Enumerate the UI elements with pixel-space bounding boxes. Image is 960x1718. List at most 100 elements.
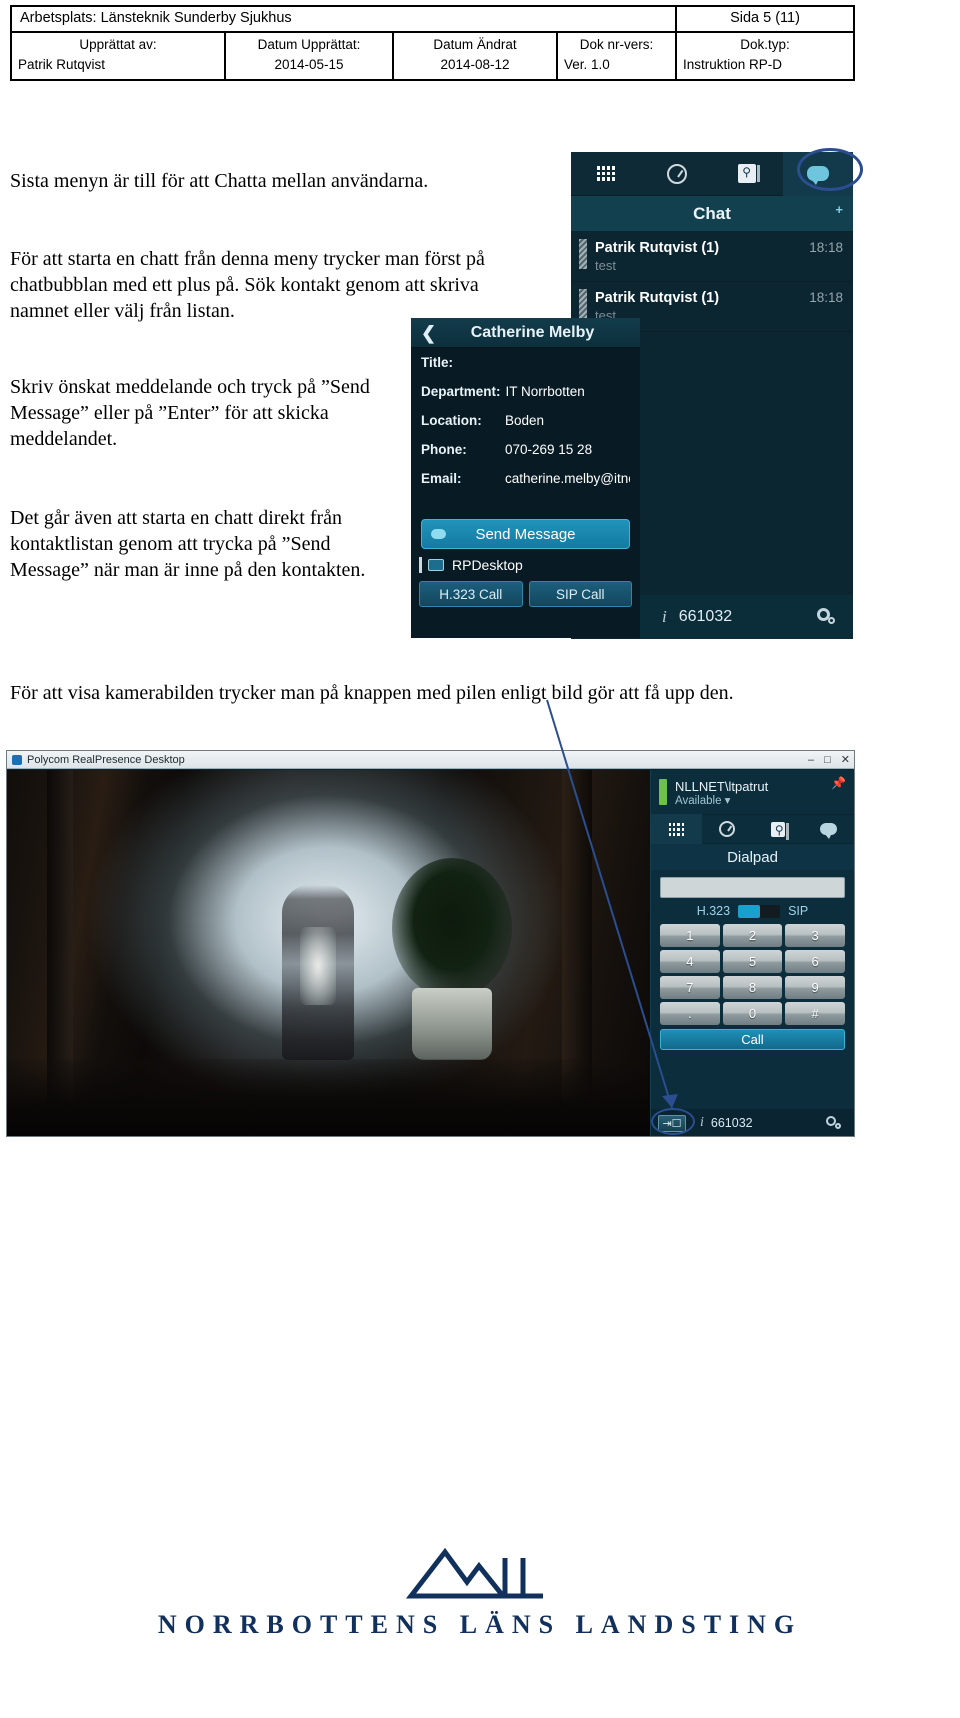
minimize-button[interactable]: – xyxy=(808,754,814,766)
created-by-value: Patrik Rutqvist xyxy=(18,56,106,72)
back-chevron-icon[interactable]: ❮ xyxy=(421,323,436,343)
footer-organisation-name: NORRBOTTENS LÄNS LANDSTING xyxy=(157,1610,803,1639)
device-accent-bar xyxy=(419,557,422,573)
contact-name: Catherine Melby xyxy=(470,323,595,341)
gear-icon[interactable] xyxy=(826,1115,842,1131)
recent-tab[interactable] xyxy=(642,152,713,196)
paragraph-intro: Sista menyn är till för att Chatta mella… xyxy=(10,170,429,192)
call-buttons-row: H.323 Call SIP Call xyxy=(411,577,640,615)
sip-call-button[interactable]: SIP Call xyxy=(528,581,632,607)
avatar-placeholder-icon xyxy=(579,289,587,319)
directory-tab[interactable] xyxy=(712,152,783,196)
contact-detail-panel: ❮ Catherine Melby Title: Department: IT … xyxy=(411,318,640,638)
maximize-button[interactable]: □ xyxy=(824,754,831,766)
chat-panel-title-bar: Chat + xyxy=(571,196,853,232)
created-date-value: 2014-05-15 xyxy=(274,56,344,72)
presence-status[interactable]: Available ▾ xyxy=(675,794,768,808)
doc-number-label: Dok nr-vers: xyxy=(579,37,654,52)
plant-silhouette xyxy=(392,858,512,998)
window-controls: – □ ✕ xyxy=(808,753,850,767)
dialpad-key[interactable]: 6 xyxy=(785,950,845,973)
gear-icon[interactable] xyxy=(817,607,837,627)
video-button-annotation-ellipse xyxy=(651,1108,695,1135)
flower-pot xyxy=(412,988,492,1060)
clock-icon xyxy=(719,821,736,837)
chat-bubble-icon xyxy=(820,823,838,839)
polycom-window-screenshot: Polycom RealPresence Desktop – □ ✕ 📌 NLL… xyxy=(6,750,855,1137)
dialpad-key[interactable]: 3 xyxy=(785,924,845,947)
contact-field-email: Email: catherine.melby@itnor xyxy=(411,464,640,493)
dialpad-key[interactable]: 9 xyxy=(785,976,845,999)
paragraph-contact-list: Det går även att starta en chatt direkt … xyxy=(10,507,366,581)
dialpad-tab[interactable] xyxy=(651,814,702,844)
pin-icon[interactable]: 📌 xyxy=(831,776,846,790)
sip-label: SIP xyxy=(788,904,809,918)
list-item[interactable]: Patrik Rutqvist (1) test 18:18 xyxy=(571,232,853,282)
chat-conversation-list: Patrik Rutqvist (1) test 18:18 Patrik Ru… xyxy=(571,232,853,332)
workplace-cell: Arbetsplats: Länsteknik Sunderby Sjukhus xyxy=(20,10,292,26)
doc-type-label: Dok.typ: xyxy=(740,37,790,52)
conversation-snippet: test xyxy=(595,258,616,273)
conversation-name: Patrik Rutqvist (1) xyxy=(595,240,720,256)
extension-number: 661032 xyxy=(710,1116,753,1130)
h323-label: H.323 xyxy=(696,904,731,918)
header-row-bottom: Upprättat av: Patrik Rutqvist Datum Uppr… xyxy=(12,33,853,79)
changed-date-label: Datum Ändrat xyxy=(433,37,517,52)
contact-field-location: Location: Boden xyxy=(411,406,640,435)
dialpad-key[interactable]: 7 xyxy=(660,976,720,999)
paragraph-send-message: Skriv önskat meddelande och tryck på ”Se… xyxy=(10,376,370,450)
new-chat-button[interactable]: + xyxy=(819,202,843,221)
avatar-placeholder-icon xyxy=(579,239,587,269)
dialpad-key[interactable]: 0 xyxy=(722,1002,783,1025)
dialpad-key[interactable]: . xyxy=(660,1002,720,1025)
info-icon[interactable]: i xyxy=(662,607,667,627)
recent-tab[interactable] xyxy=(702,814,753,844)
call-button[interactable]: Call xyxy=(660,1029,845,1050)
dialpad-key[interactable]: 2 xyxy=(722,924,783,947)
dialpad-key[interactable]: 5 xyxy=(722,950,783,973)
contact-field-department: Department: IT Norrbotten xyxy=(411,377,640,406)
doc-number-cell: Dok nr-vers: Ver. 1.0 xyxy=(556,33,675,79)
created-by-label: Upprättat av: xyxy=(79,37,157,52)
field-label: Title: xyxy=(421,355,454,370)
info-icon[interactable]: i xyxy=(700,1115,704,1131)
created-date-label: Datum Upprättat: xyxy=(257,37,361,52)
dialpad-key[interactable]: 4 xyxy=(660,950,720,973)
dialpad-key[interactable]: 8 xyxy=(722,976,783,999)
directory-tab[interactable] xyxy=(753,814,804,844)
camera-video-preview xyxy=(7,770,652,1136)
polycom-logo-icon xyxy=(12,754,22,765)
doc-number-value: Ver. 1.0 xyxy=(564,56,610,72)
chat-status-bar: i 661032 xyxy=(640,595,853,639)
changed-date-cell: Datum Ändrat 2014-08-12 xyxy=(392,33,556,79)
side-panel-tabs xyxy=(651,814,854,844)
contact-field-phone: Phone: 070-269 15 28 xyxy=(411,435,640,464)
field-value: Boden xyxy=(505,413,545,428)
close-button[interactable]: ✕ xyxy=(841,753,850,766)
dialpad-key[interactable]: 1 xyxy=(660,924,720,947)
footer: NORRBOTTENS LÄNS LANDSTING xyxy=(0,1546,960,1640)
page-number-cell: Sida 5 (11) xyxy=(675,7,853,31)
dial-input[interactable] xyxy=(660,877,845,898)
created-date-cell: Datum Upprättat: 2014-05-15 xyxy=(224,33,392,79)
field-value: IT Norrbotten xyxy=(505,384,585,399)
chat-tab-annotation-ellipse xyxy=(797,148,863,191)
user-presence-block: NLLNET\ltpatrut Available ▾ xyxy=(651,770,854,814)
window-title-bar: Polycom RealPresence Desktop xyxy=(7,751,854,769)
changed-date-value: 2014-08-12 xyxy=(440,56,510,72)
send-message-button[interactable]: Send Message xyxy=(421,519,630,549)
field-label: Location: xyxy=(421,413,482,428)
polycom-side-panel: – □ ✕ 📌 NLLNET\ltpatrut Available ▾ ⚲ Di… xyxy=(650,754,854,1136)
dialpad-key[interactable]: # xyxy=(785,1002,845,1025)
h323-call-button[interactable]: H.323 Call xyxy=(419,581,523,607)
plus-glyph: + xyxy=(835,202,843,217)
protocol-toggle[interactable] xyxy=(738,904,781,918)
window-title: Polycom RealPresence Desktop xyxy=(27,753,185,766)
field-value: 070-269 15 28 xyxy=(505,442,593,457)
mountain-peaks-logo xyxy=(405,1547,543,1599)
dialpad-tab[interactable] xyxy=(571,152,642,196)
device-row: RPDesktop xyxy=(411,549,640,577)
protocol-toggle-row: H.323 SIP xyxy=(651,904,854,918)
conversation-name: Patrik Rutqvist (1) xyxy=(595,290,720,306)
chat-tab[interactable] xyxy=(803,814,854,844)
